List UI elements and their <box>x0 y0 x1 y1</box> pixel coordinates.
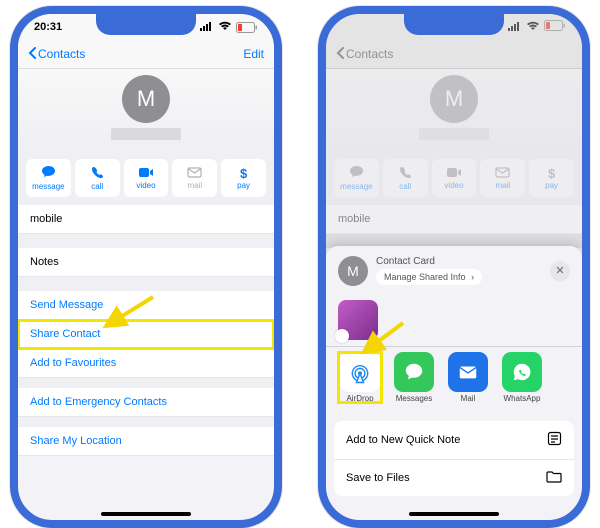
edit-button[interactable]: Edit <box>243 47 264 61</box>
message-icon <box>349 165 364 181</box>
sheet-avatar: M <box>338 256 368 286</box>
close-icon: ✕ <box>555 264 564 277</box>
mobile-cell[interactable]: mobile <box>18 205 274 234</box>
home-indicator[interactable] <box>409 512 499 516</box>
nav-bar: Contacts Edit <box>18 40 274 69</box>
message-action[interactable]: message <box>26 159 71 197</box>
avatar: M <box>430 75 478 123</box>
mail-action: mail <box>480 159 525 197</box>
messages-icon <box>394 352 434 392</box>
video-action: video <box>432 159 477 197</box>
call-action: call <box>383 159 428 197</box>
mail-app-icon <box>448 352 488 392</box>
notch <box>404 13 504 35</box>
nav-bar: Contacts <box>326 40 582 69</box>
folder-icon <box>546 470 562 486</box>
mail-icon <box>495 167 510 180</box>
wifi-icon <box>526 21 540 34</box>
notch <box>96 13 196 35</box>
airdrop-people-row <box>334 294 574 346</box>
video-icon <box>138 167 154 180</box>
airdrop-contact-thumb[interactable] <box>338 300 378 340</box>
signal-icon <box>200 21 214 34</box>
whatsapp-icon <box>502 352 542 392</box>
quick-note-icon <box>547 431 562 449</box>
share-sheet: M Contact Card Manage Shared Info › ✕ <box>326 246 582 521</box>
back-label: Contacts <box>38 47 85 61</box>
messages-label: Messages <box>396 394 432 403</box>
notes-cell[interactable]: Notes <box>18 248 274 277</box>
share-location-row[interactable]: Share My Location <box>18 427 274 456</box>
status-time <box>342 21 345 33</box>
action-row: message call video mail $pay <box>326 153 582 205</box>
airdrop-label: AirDrop <box>346 394 373 403</box>
send-message-row[interactable]: Send Message <box>18 291 274 320</box>
back-button[interactable]: Contacts <box>28 47 85 62</box>
chevron-left-icon <box>28 47 36 62</box>
airdrop-icon <box>340 352 380 392</box>
share-contact-row[interactable]: Share Contact <box>18 320 274 349</box>
contact-header: M <box>326 69 582 153</box>
mobile-cell: mobile <box>326 205 582 234</box>
mail-action: mail <box>172 159 217 197</box>
messages-app[interactable]: Messages <box>392 352 436 403</box>
action-row: message call video mail $pay <box>18 153 274 205</box>
mail-icon <box>187 167 202 180</box>
message-action: message <box>334 159 379 197</box>
call-action[interactable]: call <box>75 159 120 197</box>
signal-icon <box>508 21 522 34</box>
save-files-row[interactable]: Save to Files <box>334 460 574 496</box>
contact-header: M <box>18 69 274 153</box>
dollar-icon: $ <box>240 167 247 180</box>
battery-icon <box>236 22 258 33</box>
close-button[interactable]: ✕ <box>550 261 570 281</box>
chevron-right-icon: › <box>471 272 474 282</box>
share-apps-row: AirDrop Messages Mail WhatsApp <box>334 346 574 413</box>
pay-action[interactable]: $pay <box>221 159 266 197</box>
whatsapp-app[interactable]: WhatsApp <box>500 352 544 403</box>
mail-app[interactable]: Mail <box>446 352 490 403</box>
edit-button <box>569 47 572 61</box>
add-emergency-row[interactable]: Add to Emergency Contacts <box>18 388 274 417</box>
contact-name-redacted <box>111 128 181 140</box>
whatsapp-label: WhatsApp <box>504 394 541 403</box>
pay-action: $pay <box>529 159 574 197</box>
airdrop-app[interactable]: AirDrop <box>338 352 382 403</box>
video-icon <box>446 167 462 180</box>
avatar[interactable]: M <box>122 75 170 123</box>
wifi-icon <box>218 21 232 34</box>
phone-icon <box>91 166 104 181</box>
back-button: Contacts <box>336 47 393 62</box>
battery-icon <box>544 20 566 34</box>
dollar-icon: $ <box>548 167 555 180</box>
mail-label: Mail <box>461 394 476 403</box>
add-favourites-row[interactable]: Add to Favourites <box>18 349 274 378</box>
status-time: 20:31 <box>34 21 62 33</box>
chevron-left-icon <box>336 47 344 62</box>
back-label: Contacts <box>346 47 393 61</box>
message-icon <box>41 165 56 181</box>
sheet-title: Contact Card <box>376 256 542 267</box>
manage-shared-info-chip[interactable]: Manage Shared Info › <box>376 269 482 285</box>
quick-note-row[interactable]: Add to New Quick Note <box>334 421 574 460</box>
video-action[interactable]: video <box>124 159 169 197</box>
phone-icon <box>399 166 412 181</box>
home-indicator[interactable] <box>101 512 191 516</box>
contact-name-redacted <box>419 128 489 140</box>
